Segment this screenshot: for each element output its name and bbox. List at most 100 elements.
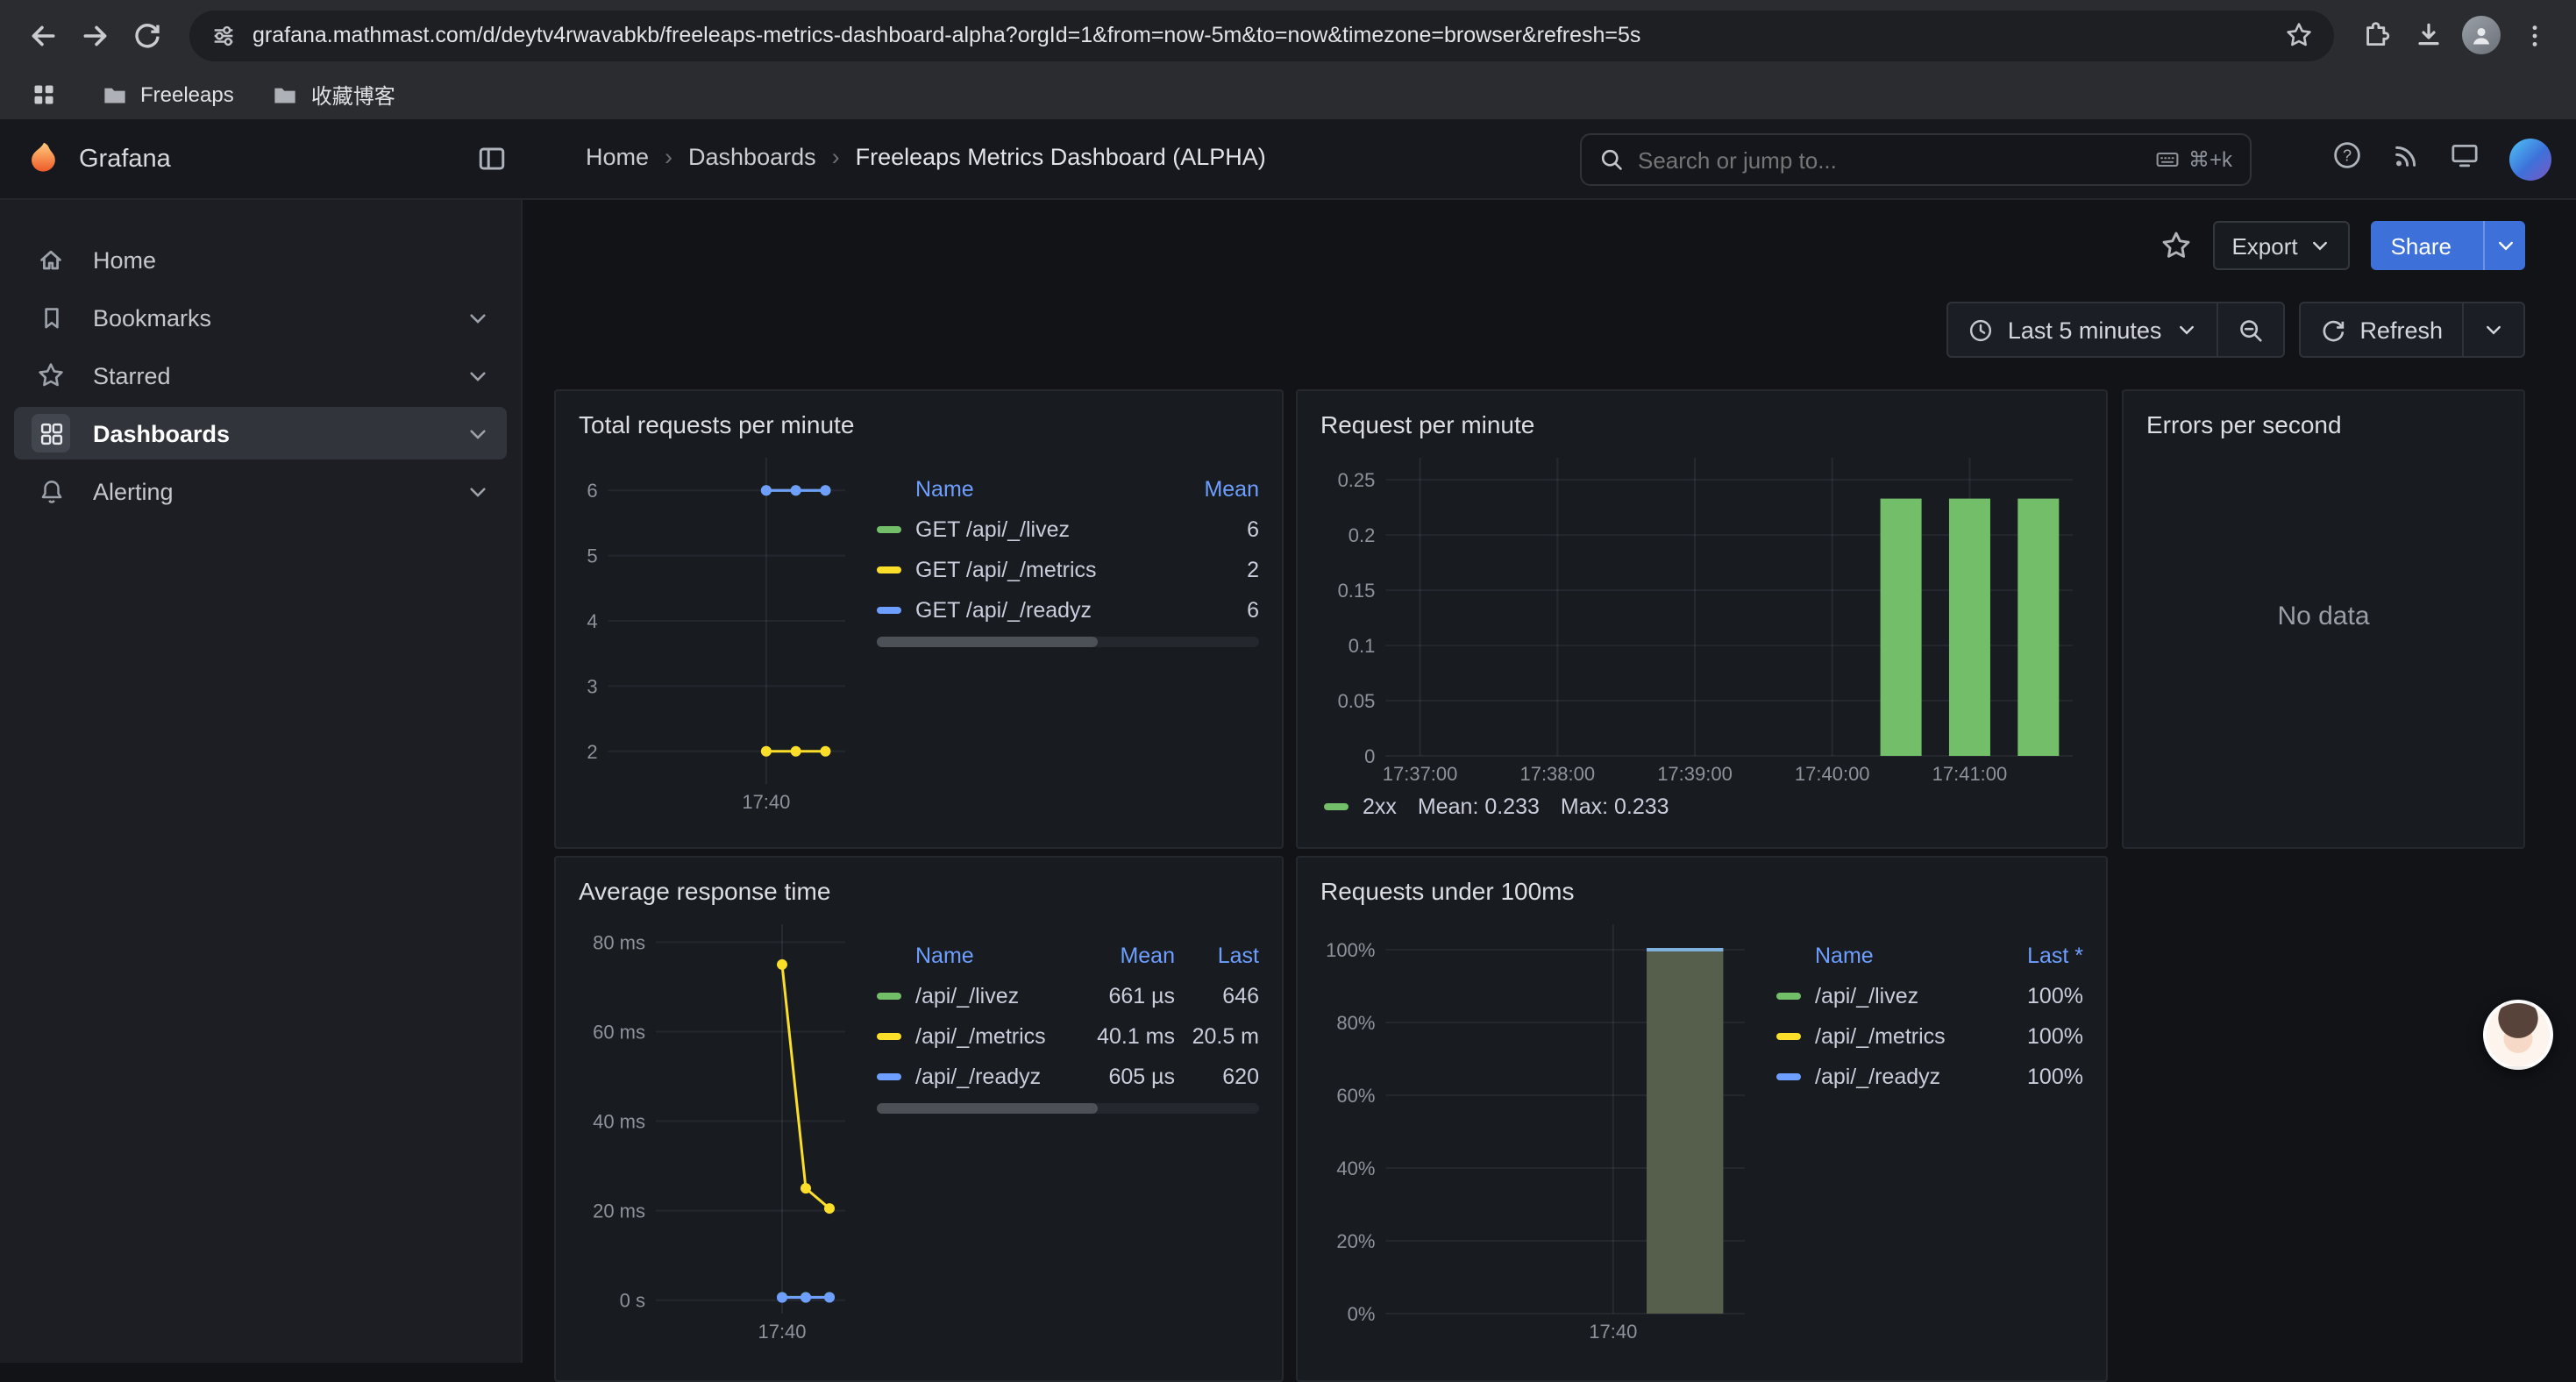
svg-text:0.1: 0.1 xyxy=(1348,635,1376,657)
svg-text:20%: 20% xyxy=(1336,1230,1375,1252)
svg-text:17:40: 17:40 xyxy=(1589,1321,1637,1343)
dashboard-actions: Export Share xyxy=(2160,221,2525,270)
legend-table[interactable]: NameMeanLast/api/_/livez661 µs646/api/_/… xyxy=(877,935,1259,1096)
legend-row[interactable]: GET /api/_/readyz6 xyxy=(877,589,1259,630)
svg-text:0.2: 0.2 xyxy=(1348,524,1376,546)
share-button[interactable]: Share xyxy=(2372,221,2525,270)
legend-table-wrap: NameMeanGET /api/_/livez6GET /api/_/metr… xyxy=(877,468,1259,816)
chevron-down-icon xyxy=(2494,235,2516,256)
sidebar-item-bookmarks[interactable]: Bookmarks xyxy=(14,291,507,344)
browser-profile-avatar[interactable] xyxy=(2457,11,2506,60)
refresh-label: Refresh xyxy=(2359,317,2443,343)
svg-text:17:39:00: 17:39:00 xyxy=(1657,763,1733,785)
chevron-down-icon[interactable] xyxy=(466,422,489,445)
bookmark-label: 收藏博客 xyxy=(311,80,395,110)
address-bar[interactable] xyxy=(189,10,2334,61)
monitor-icon[interactable] xyxy=(2450,140,2480,179)
sidebar-item-starred[interactable]: Starred xyxy=(14,349,507,402)
reload-button[interactable] xyxy=(123,11,172,60)
scrollbar-thumb[interactable] xyxy=(877,1103,1099,1114)
site-info-icon[interactable] xyxy=(210,22,237,48)
chevron-down-icon[interactable] xyxy=(466,306,489,329)
legend-row[interactable]: /api/_/metrics40.1 ms20.5 m xyxy=(877,1015,1259,1056)
share-label[interactable]: Share xyxy=(2372,221,2471,270)
average-response-time-chart[interactable]: 80 ms60 ms40 ms20 ms0 s17:40 xyxy=(579,910,859,1345)
apps-grid-icon[interactable] xyxy=(25,75,63,114)
legend-row[interactable]: /api/_/livez100% xyxy=(1776,975,2083,1015)
downloads-icon[interactable] xyxy=(2404,11,2453,60)
extensions-icon[interactable] xyxy=(2352,11,2401,60)
chevron-down-icon[interactable] xyxy=(466,480,489,502)
series-label[interactable]: 2xx xyxy=(1363,794,1397,819)
browser-toolbar xyxy=(0,0,2576,70)
svg-text:60%: 60% xyxy=(1336,1085,1375,1107)
floating-avatar[interactable] xyxy=(2483,1000,2553,1070)
breadcrumb-home[interactable]: Home xyxy=(586,144,649,170)
bookmark-item-freeleaps[interactable]: Freeleaps xyxy=(102,82,234,108)
legend-row[interactable]: /api/_/livez661 µs646 xyxy=(877,975,1259,1015)
search-bar[interactable]: ⌘+k xyxy=(1580,133,2252,186)
svg-text:17:40: 17:40 xyxy=(742,791,790,813)
export-button[interactable]: Export xyxy=(2212,221,2350,270)
search-input[interactable] xyxy=(1638,146,2141,173)
legend-row[interactable]: /api/_/readyz605 µs620 xyxy=(877,1056,1259,1096)
svg-text:2: 2 xyxy=(587,741,597,763)
sidebar-item-alerting[interactable]: Alerting xyxy=(14,465,507,517)
chevron-down-icon xyxy=(2310,235,2331,256)
panel-title[interactable]: Request per minute xyxy=(1320,405,2083,444)
svg-text:80%: 80% xyxy=(1336,1012,1375,1034)
bookmark-star-icon[interactable] xyxy=(2285,21,2313,49)
series-swatch xyxy=(877,992,901,999)
favorite-star-icon[interactable] xyxy=(2160,230,2191,261)
legend-scrollbar[interactable] xyxy=(877,637,1259,647)
header-icons: ? xyxy=(2332,139,2551,181)
legend-scrollbar[interactable] xyxy=(877,1103,1259,1114)
user-avatar[interactable] xyxy=(2509,139,2551,181)
requests-under-100ms-chart[interactable]: 100%80%60%40%20%0%17:40 xyxy=(1320,910,1759,1345)
panel-title[interactable]: Errors per second xyxy=(2146,405,2501,444)
zoom-out-button[interactable] xyxy=(2217,303,2282,356)
chevron-down-icon[interactable] xyxy=(466,364,489,387)
sidebar-toggle-icon[interactable] xyxy=(477,144,507,174)
breadcrumb-separator: › xyxy=(665,144,672,170)
panel-total-requests-per-minute: Total requests per minute 6543217:40 Nam… xyxy=(554,389,1284,849)
home-icon xyxy=(32,240,70,279)
request-per-minute-chart[interactable]: 0.250.20.150.10.05017:37:0017:38:0017:39… xyxy=(1320,444,2087,787)
breadcrumb-dashboards[interactable]: Dashboards xyxy=(688,144,816,170)
legend[interactable]: 2xx Mean: 0.233 Max: 0.233 xyxy=(1324,794,2083,819)
share-menu-caret[interactable] xyxy=(2483,221,2525,270)
series-mean: Mean: 0.233 xyxy=(1418,794,1540,819)
folder-icon xyxy=(273,82,299,108)
legend-row[interactable]: GET /api/_/metrics2 xyxy=(877,549,1259,589)
sidebar-item-dashboards[interactable]: Dashboards xyxy=(14,407,507,459)
svg-text:17:41:00: 17:41:00 xyxy=(1932,763,2008,785)
total-requests-chart[interactable]: 6543217:40 xyxy=(579,444,859,816)
time-range-picker[interactable]: Last 5 minutes xyxy=(1948,303,2217,356)
panel-title[interactable]: Total requests per minute xyxy=(579,405,1259,444)
back-button[interactable] xyxy=(18,11,67,60)
bookmark-label: Freeleaps xyxy=(140,82,234,107)
legend-row[interactable]: GET /api/_/livez6 xyxy=(877,509,1259,549)
refresh-button[interactable]: Refresh xyxy=(2300,303,2462,356)
grafana-brand[interactable]: Grafana xyxy=(25,140,171,179)
refresh-interval-caret[interactable] xyxy=(2464,303,2523,356)
panel-title[interactable]: Average response time xyxy=(579,872,1259,910)
scrollbar-thumb[interactable] xyxy=(877,637,1099,647)
url-input[interactable] xyxy=(253,23,2269,47)
bookmark-item-blogs[interactable]: 收藏博客 xyxy=(273,80,395,110)
sidebar-item-home[interactable]: Home xyxy=(14,233,507,286)
browser-menu-icon[interactable] xyxy=(2509,11,2558,60)
svg-text:17:40: 17:40 xyxy=(758,1321,806,1343)
breadcrumb: Home › Dashboards › Freeleaps Metrics Da… xyxy=(586,144,1266,170)
legend-table[interactable]: NameMeanGET /api/_/livez6GET /api/_/metr… xyxy=(877,468,1259,630)
legend-row[interactable]: /api/_/metrics100% xyxy=(1776,1015,2083,1056)
legend-table[interactable]: NameLast */api/_/livez100%/api/_/metrics… xyxy=(1776,935,2083,1096)
sidebar-item-label: Starred xyxy=(93,362,444,388)
sidebar-item-label: Home xyxy=(93,246,489,273)
forward-button[interactable] xyxy=(70,11,119,60)
help-icon[interactable]: ? xyxy=(2332,140,2362,179)
news-rss-icon[interactable] xyxy=(2392,141,2420,178)
panel-errors-per-second: Errors per second No data xyxy=(2122,389,2525,849)
panel-title[interactable]: Requests under 100ms xyxy=(1320,872,2083,910)
legend-row[interactable]: /api/_/readyz100% xyxy=(1776,1056,2083,1096)
